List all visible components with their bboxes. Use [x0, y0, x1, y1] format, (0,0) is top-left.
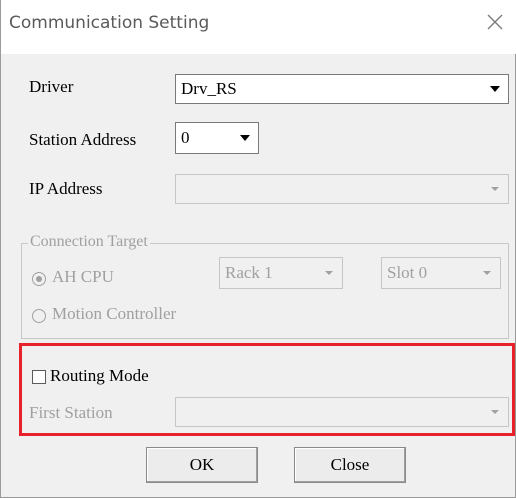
ah-cpu-radio[interactable]	[32, 272, 46, 286]
driver-dropdown[interactable]: Drv_RS	[175, 74, 509, 104]
motion-controller-radio[interactable]	[32, 309, 46, 323]
connection-target-legend: Connection Target	[28, 233, 150, 251]
ok-button-label: OK	[189, 455, 215, 474]
chevron-down-icon	[491, 187, 499, 191]
window-title: Communication Setting	[9, 13, 210, 33]
first-station-dropdown[interactable]	[175, 397, 509, 427]
driver-label: Driver	[29, 77, 74, 96]
routing-mode-checkbox[interactable]	[32, 370, 46, 384]
first-station-label: First Station	[29, 403, 113, 422]
driver-value: Drv_RS	[181, 79, 237, 98]
title-bar: Communication Setting	[1, 0, 516, 54]
chevron-down-icon	[325, 271, 333, 275]
chevron-down-icon	[490, 86, 500, 92]
ip-address-label: IP Address	[29, 179, 103, 198]
close-button[interactable]: Close	[294, 447, 406, 483]
radio-selected-dot	[36, 276, 42, 282]
rack-dropdown[interactable]: Rack 1	[219, 257, 343, 289]
slot-dropdown[interactable]: Slot 0	[381, 257, 501, 289]
ip-address-dropdown[interactable]	[175, 174, 509, 204]
communication-setting-dialog: Communication Setting Driver Drv_RS Stat…	[0, 0, 516, 498]
rack-value: Rack 1	[225, 263, 273, 282]
chevron-down-icon	[491, 410, 499, 414]
station-address-value: 0	[181, 128, 190, 147]
routing-mode-label: Routing Mode	[50, 366, 149, 385]
motion-controller-label: Motion Controller	[52, 304, 177, 323]
ah-cpu-label: AH CPU	[52, 267, 114, 286]
ok-button[interactable]: OK	[146, 447, 258, 483]
chevron-down-icon	[483, 271, 491, 275]
station-address-dropdown[interactable]: 0	[175, 122, 259, 154]
chevron-down-icon	[240, 135, 250, 141]
close-button-label: Close	[330, 455, 370, 474]
slot-value: Slot 0	[387, 263, 428, 282]
close-icon[interactable]	[483, 10, 507, 34]
station-address-label: Station Address	[29, 130, 137, 149]
